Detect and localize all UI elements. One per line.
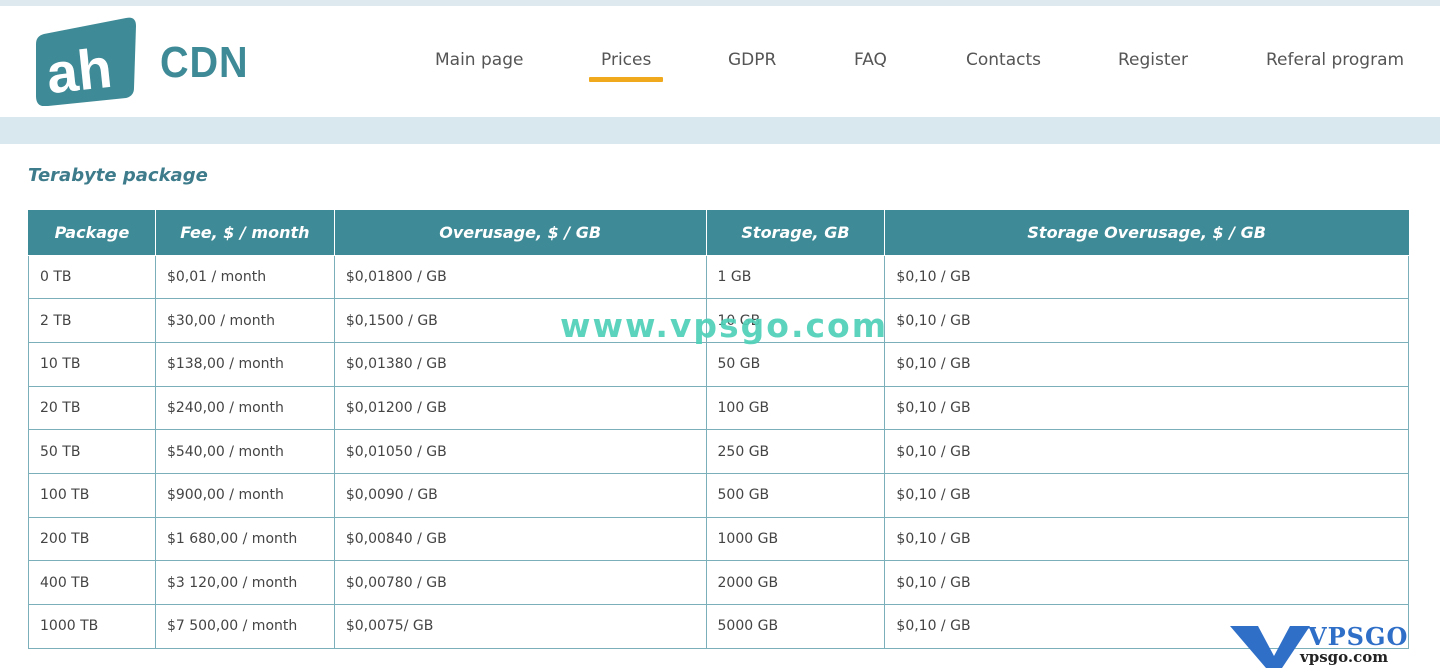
cell-storage-overusage: $0,10 / GB [884,429,1409,474]
cell-fee: $1 680,00 / month [154,516,335,562]
cell-package: 10 TB [28,341,156,387]
table-row: 2 TB $30,00 / month $0,1500 / GB 10 GB $… [28,298,1409,343]
nav-referal-program[interactable]: Referal program [1266,50,1404,70]
nav-faq[interactable]: FAQ [854,50,887,70]
vpsgo-badge-url: vpsgo.com [1300,648,1389,666]
cell-fee: $30,00 / month [154,298,335,343]
column-header-overusage: Overusage, $ / GB [333,210,707,256]
cell-storage: 2000 GB [705,560,886,605]
main-navigation: Main page Prices GDPR FAQ Contacts Regis… [0,50,1440,90]
cell-fee: $3 120,00 / month [154,560,335,605]
top-border-strip [0,0,1440,6]
cell-storage-overusage: $0,10 / GB [884,472,1409,518]
cell-storage: 50 GB [705,341,886,387]
section-title: Terabyte package [28,165,208,186]
cell-storage-overusage: $0,10 / GB [884,385,1409,431]
table-row: 20 TB $240,00 / month $0,01200 / GB 100 … [28,385,1409,431]
cell-package: 2 TB [28,298,156,343]
cell-package: 0 TB [28,254,156,300]
cell-overusage: $0,0075/ GB [333,604,707,649]
nav-prices[interactable]: Prices [588,50,664,82]
cell-storage: 250 GB [705,429,886,474]
cell-package: 1000 TB [28,604,156,649]
cell-overusage: $0,00780 / GB [333,560,707,605]
table-row: 0 TB $0,01 / month $0,01800 / GB 1 GB $0… [28,254,1409,300]
cell-package: 100 TB [28,472,156,518]
cell-fee: $240,00 / month [154,385,335,431]
cell-overusage: $0,0090 / GB [333,472,707,518]
cell-package: 200 TB [28,516,156,562]
cell-overusage: $0,01200 / GB [333,385,707,431]
cell-overusage: $0,1500 / GB [333,298,707,343]
table-row: 400 TB $3 120,00 / month $0,00780 / GB 2… [28,560,1409,605]
vpsgo-badge-brand: VPSGO [1308,622,1409,651]
cell-overusage: $0,01380 / GB [333,341,707,387]
cell-storage-overusage: $0,10 / GB [884,341,1409,387]
nav-contacts[interactable]: Contacts [966,50,1041,70]
cell-storage: 1000 GB [705,516,886,562]
cell-storage: 500 GB [705,472,886,518]
cell-storage: 1 GB [705,254,886,300]
cell-fee: $0,01 / month [154,254,335,300]
cell-storage: 100 GB [705,385,886,431]
table-row: 50 TB $540,00 / month $0,01050 / GB 250 … [28,429,1409,474]
cell-storage-overusage: $0,10 / GB [884,298,1409,343]
nav-main-page[interactable]: Main page [435,50,523,70]
cell-fee: $138,00 / month [154,341,335,387]
table-header-row: Package Fee, $ / month Overusage, $ / GB… [28,210,1409,256]
cell-storage: 5000 GB [705,604,886,649]
cell-package: 400 TB [28,560,156,605]
header-band [0,117,1440,144]
cell-fee: $540,00 / month [154,429,335,474]
pricing-table: Package Fee, $ / month Overusage, $ / GB… [28,210,1409,649]
cell-fee: $900,00 / month [154,472,335,518]
table-row: 10 TB $138,00 / month $0,01380 / GB 50 G… [28,341,1409,387]
column-header-fee: Fee, $ / month [154,210,335,256]
cell-storage-overusage: $0,10 / GB [884,516,1409,562]
cell-package: 50 TB [28,429,156,474]
cell-overusage: $0,00840 / GB [333,516,707,562]
cell-storage-overusage: $0,10 / GB [884,560,1409,605]
cell-storage-overusage: $0,10 / GB [884,254,1409,300]
table-row: 200 TB $1 680,00 / month $0,00840 / GB 1… [28,516,1409,562]
cell-overusage: $0,01800 / GB [333,254,707,300]
table-row: 1000 TB $7 500,00 / month $0,0075/ GB 50… [28,604,1409,649]
cell-fee: $7 500,00 / month [154,604,335,649]
column-header-package: Package [28,210,156,256]
column-header-storage: Storage, GB [705,210,886,256]
nav-gdpr[interactable]: GDPR [728,50,776,70]
column-header-storage-overusage: Storage Overusage, $ / GB [884,210,1409,256]
cell-package: 20 TB [28,385,156,431]
cell-overusage: $0,01050 / GB [333,429,707,474]
nav-register[interactable]: Register [1118,50,1188,70]
table-row: 100 TB $900,00 / month $0,0090 / GB 500 … [28,472,1409,518]
cell-storage: 10 GB [705,298,886,343]
